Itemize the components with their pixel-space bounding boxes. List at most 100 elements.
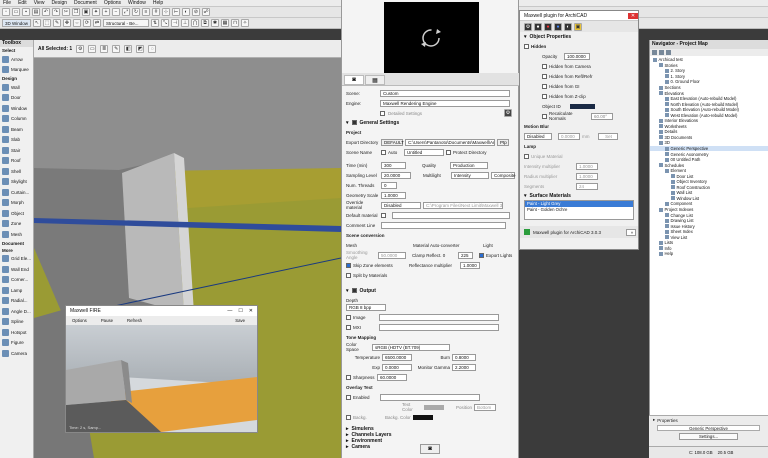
smoothing-field[interactable]: 50.0000 — [378, 251, 406, 259]
motion-blur-field[interactable]: 0.0000 — [558, 132, 580, 140]
backg-checkbox[interactable] — [346, 414, 351, 420]
menu-view[interactable]: View — [34, 0, 45, 6]
tool-window[interactable]: Window — [0, 103, 33, 114]
tool-grid-ele[interactable]: Grid Ele... — [0, 254, 33, 265]
element-settings-icon[interactable]: ⚙ — [76, 44, 85, 53]
render-icon[interactable]: ◐ — [182, 8, 190, 16]
tool-mesh[interactable]: Mesh — [0, 229, 33, 240]
fire-menu-options[interactable]: Options — [72, 318, 87, 323]
layers-icon[interactable]: ≡ — [142, 8, 150, 16]
rotate-icon[interactable]: ⟳ — [83, 19, 92, 27]
refresh-icon[interactable] — [384, 2, 479, 73]
intensity-field[interactable]: 1.0000 — [576, 162, 598, 170]
temperature-field[interactable]: 6500.0000 — [382, 353, 412, 361]
menu-window[interactable]: Window — [128, 0, 146, 6]
opacity-field[interactable]: 100.0000 — [564, 52, 590, 60]
teamwork-icon[interactable]: ☍ — [202, 8, 210, 16]
material-item-golden-ochre[interactable]: Paint - Golden Ochre — [525, 207, 633, 213]
group-icon[interactable]: ▦ — [221, 19, 230, 27]
tool-figure[interactable]: Figure — [0, 338, 33, 349]
recalc-angle-field[interactable]: 60.00° — [591, 112, 613, 120]
hidden-zclip-checkbox[interactable] — [542, 93, 547, 99]
menu-options[interactable]: Options — [104, 0, 121, 6]
menu-design[interactable]: Design — [51, 0, 67, 6]
tool-wall[interactable]: Wall — [0, 82, 33, 93]
detailed-settings-checkbox[interactable] — [380, 110, 385, 116]
menu-file[interactable]: File — [3, 0, 11, 6]
menu-document[interactable]: Document — [74, 0, 97, 6]
structural-dropdown[interactable]: Structural - Be... — [103, 19, 150, 27]
sharpness-field[interactable]: 60.0000 — [377, 373, 407, 381]
hidden-checkbox[interactable] — [524, 43, 529, 49]
render-button[interactable]: ◙ — [420, 444, 440, 454]
toolbox-select-category[interactable]: Select — [0, 47, 33, 54]
cut-icon[interactable]: ✂ — [62, 8, 70, 16]
copy-icon[interactable]: ❐ — [72, 8, 80, 16]
unique-material-checkbox[interactable] — [524, 153, 529, 159]
tool-stair[interactable]: Stair — [0, 145, 33, 156]
skip-zone-checkbox[interactable] — [346, 262, 351, 268]
maximize-icon[interactable]: ☐ — [238, 308, 242, 314]
arrow-select-icon[interactable]: ↖ — [33, 19, 42, 27]
object-properties-header[interactable]: ▾ Object Properties — [520, 32, 638, 41]
close-icon[interactable]: ✕ — [249, 308, 253, 314]
settings-button[interactable]: Settings... — [679, 433, 738, 440]
gamma-field[interactable]: 2.2000 — [452, 363, 476, 371]
engine-dropdown[interactable]: Maxwell Rendering Engine — [380, 99, 510, 107]
override-dropdown[interactable]: Disabled — [381, 201, 421, 209]
reflectance-field[interactable]: 1.0000 — [460, 261, 480, 269]
resize-icon[interactable]: ⤡ — [161, 19, 170, 27]
tool-design[interactable]: Design — [0, 75, 33, 82]
explode-icon[interactable]: ✱ — [211, 19, 220, 27]
fire-icon[interactable]: ▣ — [574, 23, 582, 31]
zoom-in-icon[interactable]: + — [102, 8, 110, 16]
cutting-icon[interactable]: ◩ — [136, 44, 145, 53]
snap-icon[interactable]: ⊹ — [162, 8, 170, 16]
tool-object[interactable]: Object — [0, 208, 33, 219]
segments-field[interactable]: 24 — [576, 182, 598, 190]
camera-ball-icon[interactable]: ● — [554, 23, 562, 31]
mirror-icon[interactable]: ⇄ — [93, 19, 102, 27]
properties-expand-icon[interactable]: ▸ — [653, 417, 655, 423]
default-material-checkbox[interactable] — [381, 212, 386, 218]
radius-field[interactable]: 1.0000 — [576, 172, 598, 180]
paste-icon[interactable]: ▣ — [82, 8, 90, 16]
adjust-icon[interactable]: ⊥ — [181, 19, 190, 27]
save-icon[interactable]: ▪ — [22, 8, 30, 16]
object-icon[interactable]: ⚙ — [524, 23, 532, 31]
ruler-icon[interactable]: ⊢ — [172, 8, 180, 16]
grid-icon[interactable]: # — [152, 8, 160, 16]
scale-field[interactable]: 1.0000 — [381, 191, 406, 199]
settings-gear-icon[interactable]: ⚙ — [504, 109, 512, 117]
pen-set-icon[interactable]: ✎ — [53, 19, 62, 27]
burn-field[interactable]: 0.8000 — [452, 353, 476, 361]
default-button[interactable]: DEFAULT — [381, 138, 404, 146]
lock-icon[interactable]: ⊓ — [231, 19, 240, 27]
image-path-field[interactable] — [379, 313, 499, 321]
elevate-icon[interactable]: ⇅ — [151, 19, 160, 27]
view-map-icon[interactable] — [659, 50, 664, 55]
lamp-icon[interactable]: ● — [544, 23, 552, 31]
intersect-icon[interactable]: ⋂ — [191, 19, 200, 27]
fire-menu-save[interactable]: Save — [235, 318, 257, 323]
minimize-icon[interactable]: — — [227, 308, 232, 314]
multilight-dropdown[interactable]: Intensity — [451, 171, 489, 179]
tool-document[interactable]: Document — [0, 240, 33, 247]
fire-menu-refresh[interactable]: Refresh — [127, 318, 142, 323]
protect-dir-checkbox[interactable] — [446, 149, 451, 155]
split-icon[interactable]: ⊣ — [171, 19, 180, 27]
material-ball-icon[interactable]: ● — [534, 23, 542, 31]
environment-icon[interactable]: ◐ — [564, 23, 572, 31]
redo-icon[interactable]: ↷ — [52, 8, 60, 16]
layer-icon[interactable]: ≣ — [100, 44, 109, 53]
output-header[interactable]: ▾ Output — [342, 286, 520, 295]
zoom-out-icon[interactable]: − — [112, 8, 120, 16]
tool-arrow[interactable]: Arrow — [0, 54, 33, 65]
general-settings-header[interactable]: ▾ General Settings — [342, 118, 520, 127]
3d-window-button[interactable]: 3D Window — [2, 19, 32, 27]
menu-edit[interactable]: Edit — [18, 0, 27, 6]
open-file-icon[interactable]: ▭ — [12, 8, 20, 16]
hidden-camera-checkbox[interactable] — [542, 63, 547, 69]
backg-color-swatch[interactable] — [413, 414, 433, 420]
pen-icon[interactable]: ✎ — [112, 44, 121, 53]
